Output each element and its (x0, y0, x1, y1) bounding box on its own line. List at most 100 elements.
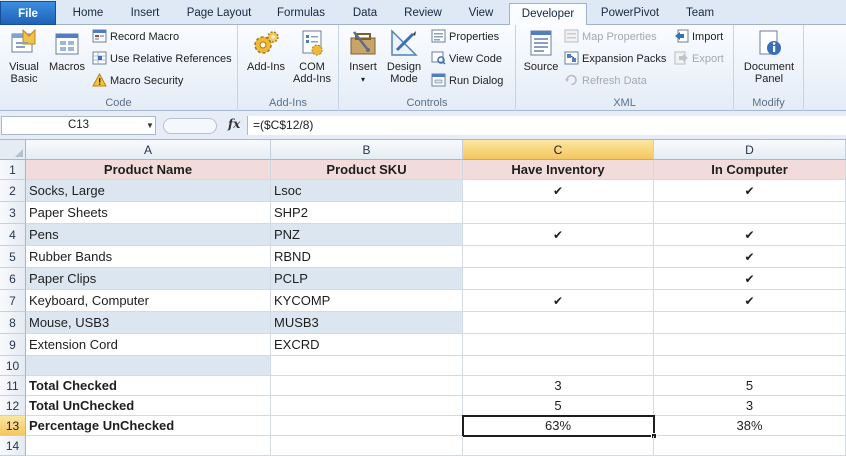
tab-insert[interactable]: Insert (118, 3, 172, 25)
cell-c10[interactable] (463, 356, 654, 376)
cell-b3[interactable]: SHP2 (271, 202, 463, 224)
cell-b5[interactable]: RBND (271, 246, 463, 268)
cell-d6[interactable]: ✔ (654, 268, 846, 290)
row-header-7[interactable]: 7 (0, 290, 26, 312)
tab-home[interactable]: Home (62, 3, 114, 25)
cell-a2[interactable]: Socks, Large (26, 180, 271, 202)
name-box[interactable]: C13 (1, 116, 156, 135)
column-header-d[interactable]: D (654, 140, 846, 160)
tab-data[interactable]: Data (340, 3, 390, 25)
cell-d11[interactable]: 5 (654, 376, 846, 396)
tab-review[interactable]: Review (394, 3, 452, 25)
cell-a12[interactable]: Total UnChecked (26, 396, 271, 416)
cell-c12[interactable]: 5 (463, 396, 654, 416)
tab-powerpivot[interactable]: PowerPivot (592, 3, 668, 25)
export-button[interactable]: Export (674, 50, 724, 68)
column-header-a[interactable]: A (26, 140, 271, 160)
row-header-5[interactable]: 5 (0, 246, 26, 268)
cell-c11[interactable]: 3 (463, 376, 654, 396)
cell-c7[interactable]: ✔ (463, 290, 654, 312)
expansion-packs-button[interactable]: Expansion Packs (564, 50, 666, 68)
row-header-2[interactable]: 2 (0, 180, 26, 202)
row-header-3[interactable]: 3 (0, 202, 26, 224)
document-panel-button[interactable]: Document Panel (738, 28, 800, 85)
record-macro-button[interactable]: Record Macro (92, 28, 179, 46)
cell-d8[interactable] (654, 312, 846, 334)
cell-a9[interactable]: Extension Cord (26, 334, 271, 356)
cell-c9[interactable] (463, 334, 654, 356)
refresh-data-button[interactable]: Refresh Data (564, 72, 647, 90)
cell-c4[interactable]: ✔ (463, 224, 654, 246)
cell-d10[interactable] (654, 356, 846, 376)
visual-basic-button[interactable]: Visual Basic (4, 28, 44, 85)
tab-team[interactable]: Team (674, 3, 726, 25)
cell-a4[interactable]: Pens (26, 224, 271, 246)
row-header-14[interactable]: 14 (0, 436, 26, 456)
import-button[interactable]: Import (674, 28, 723, 46)
cell-a7[interactable]: Keyboard, Computer (26, 290, 271, 312)
insert-control-button[interactable]: Insert ▾ (344, 28, 382, 86)
cell-d3[interactable] (654, 202, 846, 224)
cell-b9[interactable]: EXCRD (271, 334, 463, 356)
cell-b8[interactable]: MUSB3 (271, 312, 463, 334)
cell-c2[interactable]: ✔ (463, 180, 654, 202)
cell-d5[interactable]: ✔ (654, 246, 846, 268)
cell-a13[interactable]: Percentage UnChecked (26, 416, 271, 436)
cell-b7[interactable]: KYCOMP (271, 290, 463, 312)
row-header-8[interactable]: 8 (0, 312, 26, 334)
cell-d14[interactable] (654, 436, 846, 456)
cell-a11[interactable]: Total Checked (26, 376, 271, 396)
select-all-button[interactable] (0, 140, 26, 160)
cell-d1[interactable]: In Computer (654, 160, 846, 180)
add-ins-button[interactable]: Add-Ins (244, 28, 288, 73)
tab-developer[interactable]: Developer (509, 3, 587, 26)
cell-b12[interactable] (271, 396, 463, 416)
run-dialog-button[interactable]: Run Dialog (431, 72, 503, 90)
properties-button[interactable]: Properties (431, 28, 499, 46)
cell-d7[interactable]: ✔ (654, 290, 846, 312)
cell-b11[interactable] (271, 376, 463, 396)
map-properties-button[interactable]: Map Properties (564, 28, 657, 46)
formula-bar-expander[interactable] (163, 118, 217, 134)
cell-c13[interactable]: 63% (463, 416, 654, 436)
column-header-c[interactable]: C (463, 140, 654, 160)
cell-d4[interactable]: ✔ (654, 224, 846, 246)
cell-a3[interactable]: Paper Sheets (26, 202, 271, 224)
tab-formulas[interactable]: Formulas (266, 3, 336, 25)
tab-page-layout[interactable]: Page Layout (176, 3, 262, 25)
tab-view[interactable]: View (456, 3, 506, 25)
com-add-ins-button[interactable]: COM Add-Ins (290, 28, 334, 85)
row-header-11[interactable]: 11 (0, 376, 26, 396)
design-mode-button[interactable]: Design Mode (383, 28, 425, 85)
formula-input[interactable]: =($C$12/8) (247, 116, 846, 135)
cell-a14[interactable] (26, 436, 271, 456)
cell-b14[interactable] (271, 436, 463, 456)
row-header-6[interactable]: 6 (0, 268, 26, 290)
cell-c5[interactable] (463, 246, 654, 268)
cell-d13[interactable]: 38% (654, 416, 846, 436)
cell-c3[interactable] (463, 202, 654, 224)
cell-b4[interactable]: PNZ (271, 224, 463, 246)
use-relative-references-button[interactable]: Use Relative References (92, 50, 232, 68)
row-header-10[interactable]: 10 (0, 356, 26, 376)
cell-d9[interactable] (654, 334, 846, 356)
cell-a1[interactable]: Product Name (26, 160, 271, 180)
cell-b2[interactable]: Lsoc (271, 180, 463, 202)
cell-d2[interactable]: ✔ (654, 180, 846, 202)
name-box-dropdown-icon[interactable]: ▼ (146, 121, 154, 130)
row-header-13[interactable]: 13 (0, 416, 26, 436)
macro-security-button[interactable]: Macro Security (92, 72, 183, 90)
row-header-4[interactable]: 4 (0, 224, 26, 246)
cell-a6[interactable]: Paper Clips (26, 268, 271, 290)
source-button[interactable]: Source (520, 28, 562, 73)
insert-function-button[interactable]: fx (228, 117, 240, 131)
row-header-12[interactable]: 12 (0, 396, 26, 416)
cell-d12[interactable]: 3 (654, 396, 846, 416)
column-header-b[interactable]: B (271, 140, 463, 160)
cell-b1[interactable]: Product SKU (271, 160, 463, 180)
cell-b10[interactable] (271, 356, 463, 376)
cell-c8[interactable] (463, 312, 654, 334)
cell-a8[interactable]: Mouse, USB3 (26, 312, 271, 334)
cell-c1[interactable]: Have Inventory (463, 160, 654, 180)
cell-c6[interactable] (463, 268, 654, 290)
